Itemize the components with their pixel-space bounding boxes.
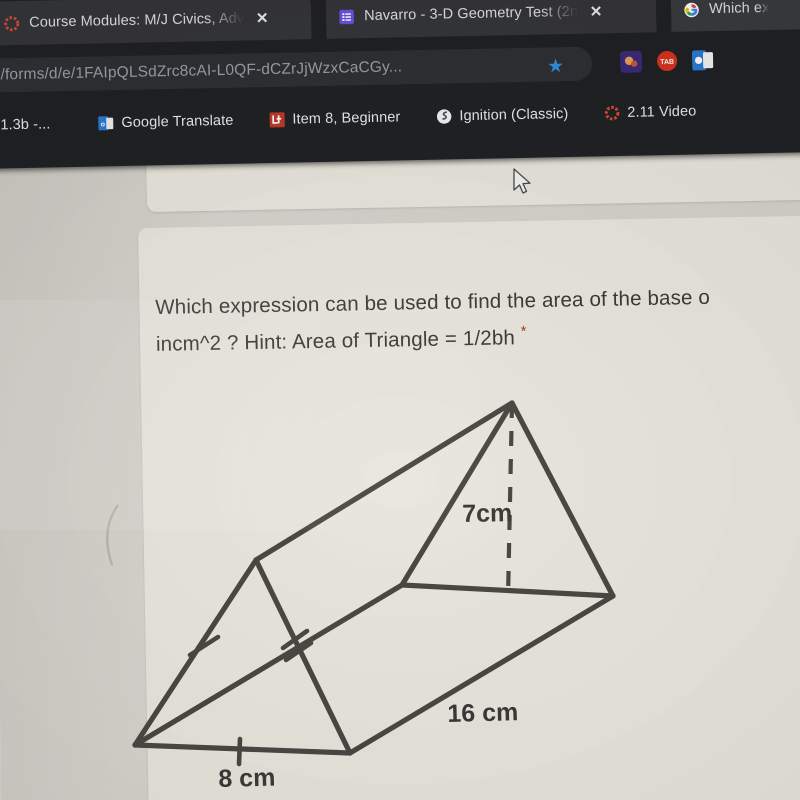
bookmark-label: Ignition (Classic) bbox=[459, 106, 569, 125]
question-line-2: incm^2 ? Hint: Area of Triangle = 1/2bh bbox=[155, 326, 516, 356]
base-label: 8 cm bbox=[218, 763, 276, 793]
tab-title: Which ex bbox=[708, 0, 770, 18]
svg-text:o: o bbox=[101, 121, 105, 128]
tab-title: Course Modules: M/J Civics, Adv bbox=[29, 10, 245, 31]
browser-tab-course-modules[interactable]: Course Modules: M/J Civics, Adv ✕ bbox=[0, 0, 312, 46]
browser-tab-geometry-test[interactable]: Navarro - 3-D Geometry Test (2n ✕ bbox=[325, 0, 657, 39]
bookmark-label: Google Translate bbox=[121, 112, 234, 131]
bookmark-dm[interactable]: f DM 1.3b -... bbox=[0, 116, 62, 134]
mouse-cursor-icon bbox=[513, 168, 531, 194]
bookmark-item-8-beginner[interactable]: Item 8, Beginner bbox=[258, 109, 411, 128]
url-text: com/forms/d/e/1FAIpQLSdZrc8cAI-L0QF-dCZr… bbox=[0, 58, 402, 85]
bookmark-label: 2.11 Video bbox=[627, 103, 697, 121]
bookmark-google-translate[interactable]: o Google Translate bbox=[87, 113, 244, 132]
red-square-icon bbox=[269, 112, 286, 128]
tab-strip: Course Modules: M/J Civics, Adv ✕ Navarr… bbox=[0, 0, 800, 50]
question-text: Which expression can be used to find the… bbox=[155, 279, 800, 360]
google-icon bbox=[684, 2, 699, 17]
tab-title: Navarro - 3-D Geometry Test (2n bbox=[363, 3, 579, 25]
google-forms-icon bbox=[339, 9, 354, 24]
height-label: 7cm bbox=[462, 499, 513, 528]
address-bar[interactable]: com/forms/d/e/1FAIpQLSdZrc8cAI-L0QF-dCZr… bbox=[0, 46, 593, 94]
globe-white-icon bbox=[437, 109, 452, 124]
bookmark-label: Item 8, Beginner bbox=[292, 109, 401, 128]
tab-red-icon[interactable]: TAB bbox=[656, 50, 678, 72]
extension-purple-icon[interactable] bbox=[619, 50, 643, 73]
extension-icons: TAB bbox=[619, 49, 714, 73]
office-blue-icon[interactable] bbox=[691, 49, 714, 71]
svg-text:TAB: TAB bbox=[660, 59, 674, 66]
browser-chrome: Course Modules: M/J Civics, Adv ✕ Navarr… bbox=[0, 0, 800, 169]
browser-tab-which-ex[interactable]: Which ex bbox=[670, 0, 800, 32]
bookmark-211-video[interactable]: 2.11 Video bbox=[593, 103, 707, 121]
screenshot-stage: Which expression can be used to find the… bbox=[0, 0, 800, 800]
length-label: 16 cm bbox=[447, 698, 519, 728]
close-icon[interactable]: ✕ bbox=[253, 10, 271, 27]
bookmark-ignition-classic[interactable]: Ignition (Classic) bbox=[425, 106, 579, 125]
bookmarks-bar: f DM 1.3b -... o Google Translate Item 8… bbox=[0, 91, 800, 145]
canvas-ring-icon bbox=[4, 15, 20, 31]
google-docs-icon: o bbox=[98, 116, 114, 131]
canvas-ring-icon bbox=[605, 105, 620, 121]
close-icon[interactable]: ✕ bbox=[587, 3, 605, 20]
bookmark-label: f DM 1.3b -... bbox=[0, 116, 51, 134]
required-asterisk: * bbox=[520, 323, 527, 341]
url-path: /forms/d/e/1FAIpQLSdZrc8cAI-L0QF-dCZrJjW… bbox=[0, 58, 403, 84]
bookmark-star-icon[interactable]: ★ bbox=[547, 55, 565, 78]
